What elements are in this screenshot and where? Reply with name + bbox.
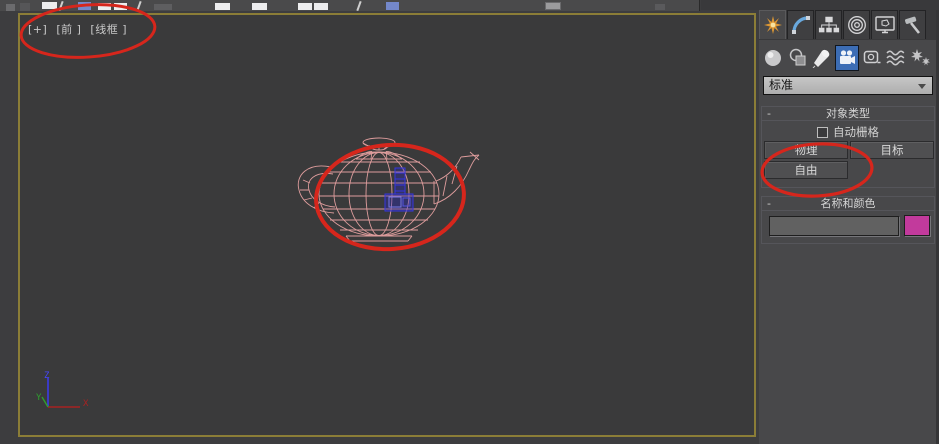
object-name-input[interactable] <box>769 216 899 236</box>
create-star-icon <box>763 15 783 35</box>
create-category-row <box>761 44 934 72</box>
category-spacewarps[interactable] <box>885 45 909 71</box>
collapse-minus-icon: - <box>767 107 771 120</box>
systems-icon <box>910 48 932 68</box>
viewport-label-row: [+] [前 ] [线框 ] <box>28 21 132 37</box>
lights-spotlight-icon <box>811 48 833 68</box>
command-panel: 标准 - 对象类型 自动栅格 物理 目标 自由 - 名称和颜色 <box>759 10 936 444</box>
geometry-sphere-icon <box>763 48 783 68</box>
physical-camera-button[interactable]: 物理 <box>764 141 848 159</box>
viewport-pov-menu[interactable]: [前 ] <box>56 23 81 36</box>
viewport-shading-menu[interactable]: [线框 ] <box>90 23 127 36</box>
tab-motion[interactable] <box>843 10 870 39</box>
tab-hierarchy[interactable] <box>815 10 842 39</box>
window-chrome-strip <box>701 0 939 10</box>
hierarchy-tree-icon <box>818 15 840 35</box>
tab-modify[interactable] <box>787 10 814 39</box>
helpers-tape-icon <box>862 48 882 68</box>
toolbar-icon-fragment <box>114 3 127 10</box>
camera-type-dropdown-value: 标准 <box>769 78 794 92</box>
object-color-swatch[interactable] <box>904 215 930 236</box>
cameras-icon <box>837 48 857 68</box>
main-toolbar[interactable] <box>0 0 700 11</box>
object-type-rollout-title: 对象类型 <box>826 107 870 120</box>
shapes-icon <box>788 48 808 68</box>
viewport-front[interactable]: [+] [前 ] [线框 ] <box>18 13 756 437</box>
toolbar-icon-fragment <box>136 0 142 11</box>
toolbar-icon-fragment <box>58 0 64 11</box>
display-monitor-icon <box>874 15 896 35</box>
toolbar-icon-fragment <box>314 3 328 10</box>
toolbar-icon-fragment <box>215 3 230 10</box>
name-and-color-rollout-title: 名称和颜色 <box>820 197 876 210</box>
utilities-hammer-icon <box>903 15 923 35</box>
category-helpers[interactable] <box>860 45 884 71</box>
name-and-color-rollout: - 名称和颜色 <box>761 196 935 244</box>
toolbar-icon-fragment <box>386 2 399 10</box>
category-cameras[interactable] <box>835 45 859 71</box>
tab-create[interactable] <box>759 10 786 39</box>
motion-circles-icon <box>847 15 867 35</box>
toolbar-icon-fragment <box>298 3 312 10</box>
category-shapes[interactable] <box>786 45 810 71</box>
object-type-rollout: - 对象类型 自动栅格 物理 目标 自由 <box>761 106 935 188</box>
viewport-general-menu[interactable]: [+] <box>28 23 47 36</box>
name-and-color-rollout-header[interactable]: - 名称和颜色 <box>762 197 934 211</box>
command-panel-tabs <box>759 10 936 40</box>
category-systems[interactable] <box>909 45 933 71</box>
category-lights[interactable] <box>810 45 834 71</box>
tab-utilities[interactable] <box>899 10 926 39</box>
collapse-minus-icon: - <box>767 197 771 210</box>
object-type-rollout-header[interactable]: - 对象类型 <box>762 107 934 121</box>
toolbar-icon-fragment <box>545 2 561 10</box>
autogrid-checkbox[interactable] <box>817 126 828 138</box>
toolbar-icon-fragment <box>20 3 30 11</box>
toolbar-icon-fragment <box>98 3 111 10</box>
toolbar-icon-fragment <box>6 4 15 11</box>
tab-display[interactable] <box>871 10 898 39</box>
free-camera-button[interactable]: 自由 <box>764 161 848 179</box>
toolbar-icon-fragment <box>252 3 267 10</box>
category-geometry[interactable] <box>761 45 785 71</box>
target-camera-button[interactable]: 目标 <box>850 141 934 159</box>
camera-type-dropdown[interactable]: 标准 <box>763 76 933 95</box>
toolbar-icon-fragment <box>655 4 665 10</box>
toolbar-icon-fragment <box>356 0 362 11</box>
toolbar-icon-fragment <box>42 2 57 9</box>
spacewarps-waves-icon <box>885 48 907 68</box>
modify-curve-icon <box>791 15 811 35</box>
autogrid-row: 自动栅格 <box>762 124 934 140</box>
toolbar-icon-fragment <box>78 2 91 10</box>
toolbar-icon-fragment <box>154 4 172 10</box>
chevron-down-icon <box>918 84 926 89</box>
autogrid-label: 自动栅格 <box>833 125 879 139</box>
